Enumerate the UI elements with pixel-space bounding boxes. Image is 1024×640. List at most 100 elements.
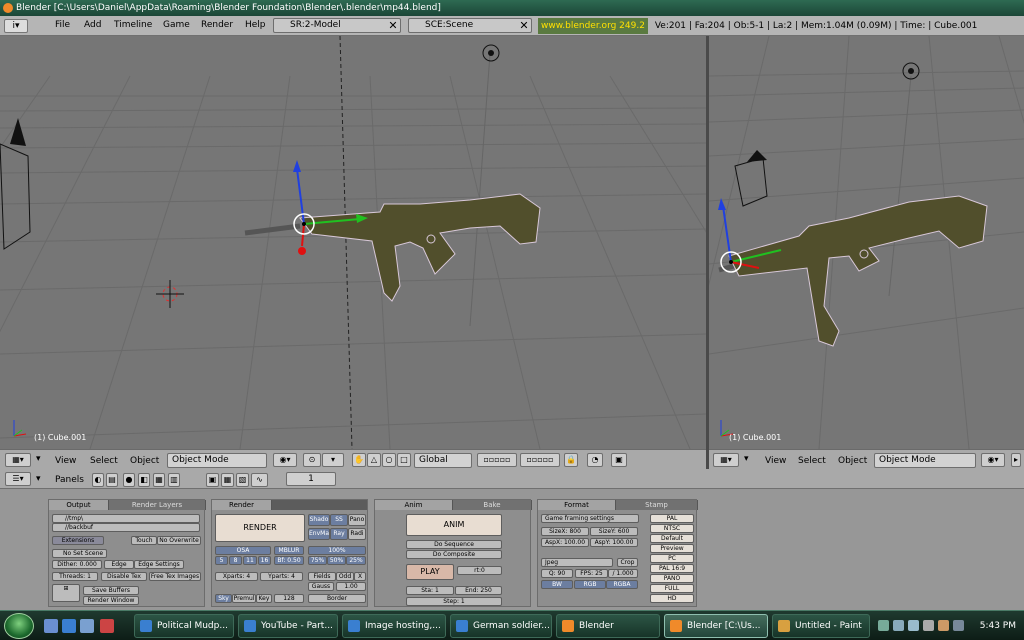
tray-expand-icon[interactable]: [878, 620, 889, 631]
layer-buttons-a[interactable]: ▫▫▫▫▫: [477, 453, 517, 467]
taskbar-item[interactable]: Untitled - Paint: [772, 614, 870, 638]
blur-factor-field[interactable]: Bf: 0.50: [274, 556, 304, 565]
editing-context-icon[interactable]: ▦: [153, 473, 165, 487]
menu-object-right[interactable]: Object: [838, 456, 867, 466]
rt-field[interactable]: rt:0: [457, 566, 502, 575]
radio-toggle[interactable]: Radi: [348, 528, 366, 540]
do-composite-toggle[interactable]: Do Composite: [406, 550, 502, 559]
tab-stamp[interactable]: Stamp: [616, 500, 698, 510]
render-buttons-icon[interactable]: ▣: [206, 473, 219, 487]
size-75-button[interactable]: 75%: [308, 556, 327, 565]
yparts-field[interactable]: Yparts: 4: [260, 572, 303, 581]
object-mode-dropdown-right[interactable]: Object Mode: [874, 453, 976, 468]
info-editor-type-icon[interactable]: i▾: [4, 19, 28, 33]
menu-view[interactable]: View: [55, 456, 76, 466]
viewport-right-canvas[interactable]: [709, 36, 1024, 449]
taskbar-item[interactable]: German soldier...: [450, 614, 552, 638]
ray-toggle[interactable]: Ray: [330, 528, 348, 540]
pivot-icon[interactable]: ⊙: [303, 453, 321, 467]
collapse-header-right-icon[interactable]: ▾: [744, 454, 749, 464]
screen-delete-icon[interactable]: ✕: [386, 19, 400, 32]
scene-selector[interactable]: SCE:Scene ✕: [408, 18, 532, 33]
tab-output[interactable]: Output: [49, 500, 109, 510]
scene-context-icon[interactable]: ▥: [168, 473, 180, 487]
key-toggle[interactable]: Key: [256, 594, 272, 603]
render-preview-icon[interactable]: ▣: [611, 453, 627, 467]
frame-counter[interactable]: 1: [286, 472, 336, 486]
free-tex-images-button[interactable]: Free Tex Images: [149, 572, 201, 581]
shadow-toggle[interactable]: Shado: [308, 514, 330, 526]
script-context-icon[interactable]: ▤: [106, 473, 118, 487]
tray-misc-icon[interactable]: [953, 620, 964, 631]
tab-format[interactable]: Format: [538, 500, 616, 510]
viewport-editor-type-icon[interactable]: ▦▾: [5, 453, 31, 467]
tab-render-layers[interactable]: Render Layers: [109, 500, 206, 510]
menu-game[interactable]: Game: [163, 20, 190, 30]
fields-toggle[interactable]: Fields: [308, 572, 336, 581]
rotate-icon[interactable]: ○: [382, 453, 396, 467]
anim-button[interactable]: ANIM: [406, 514, 502, 536]
show-desktop-icon[interactable]: [44, 619, 58, 633]
fps-base-field[interactable]: / 1.000: [608, 569, 638, 578]
panels-menu[interactable]: Panels: [55, 475, 84, 485]
render-display-grid-icon[interactable]: ⊞: [52, 584, 80, 602]
blender-url[interactable]: www.blender.org 249.2: [538, 18, 648, 34]
step-field[interactable]: Step: 1: [406, 597, 502, 606]
osa-11-button[interactable]: 11: [243, 556, 257, 565]
draw-type-dropdown[interactable]: ◉▾: [273, 453, 297, 467]
edge-button[interactable]: Edge: [104, 560, 134, 569]
menu-render[interactable]: Render: [201, 20, 233, 30]
backbuf-path-field[interactable]: //backbuf: [52, 523, 200, 532]
quicklaunch-extra-icon[interactable]: [100, 619, 114, 633]
touch-button[interactable]: Touch: [131, 536, 157, 545]
envmap-toggle[interactable]: EnvMa: [308, 528, 330, 540]
output-path-field[interactable]: //tmp\: [52, 514, 200, 523]
viewport-left-canvas[interactable]: [0, 36, 706, 449]
mblur-toggle[interactable]: MBLUR: [274, 546, 304, 555]
tray-security-icon[interactable]: [938, 620, 949, 631]
translate-icon[interactable]: △: [367, 453, 381, 467]
end-frame-field[interactable]: End: 250: [455, 586, 502, 595]
preset-pal-16-9[interactable]: PAL 16:9: [650, 564, 694, 573]
tab-render[interactable]: Render: [212, 500, 272, 510]
play-button[interactable]: PLAY: [406, 564, 454, 580]
extensions-button[interactable]: Extensions: [52, 536, 104, 545]
no-overwrite-button[interactable]: No Overwrite: [157, 536, 201, 545]
taskbar-item[interactable]: Image hosting,...: [342, 614, 446, 638]
size-100-button[interactable]: 100%: [308, 546, 366, 555]
world-buttons-icon[interactable]: ∿: [251, 473, 268, 487]
collapse-buttons-header-icon[interactable]: ▾: [36, 474, 41, 484]
preset-pal[interactable]: PAL: [650, 514, 694, 523]
size-50-button[interactable]: 50%: [327, 556, 346, 565]
file-format-dropdown[interactable]: Jpeg: [541, 558, 613, 567]
lock-layer-icon[interactable]: 🔒: [564, 453, 578, 467]
pivot-dropdown[interactable]: ▾: [322, 453, 344, 467]
bit-depth-dropdown[interactable]: 128: [274, 594, 304, 603]
menu-help[interactable]: Help: [245, 20, 266, 30]
shading-context-icon[interactable]: ●: [123, 473, 135, 487]
taskbar-item-active[interactable]: Blender [C:\Us...: [664, 614, 768, 638]
snap-icon[interactable]: ◔: [587, 453, 603, 467]
edge-settings-button[interactable]: Edge Settings: [134, 560, 184, 569]
border-toggle[interactable]: Border: [308, 594, 366, 603]
premul-toggle[interactable]: Premul: [232, 594, 256, 603]
disable-tex-button[interactable]: Disable Tex: [101, 572, 147, 581]
size-x-field[interactable]: SizeX: 800: [541, 527, 589, 536]
odd-toggle[interactable]: Odd: [336, 572, 354, 581]
logic-context-icon[interactable]: ◐: [92, 473, 104, 487]
scale-icon[interactable]: □: [397, 453, 411, 467]
start-frame-field[interactable]: Sta: 1: [406, 586, 454, 595]
sound-buttons-icon[interactable]: ▧: [236, 473, 249, 487]
rgba-toggle[interactable]: RGBA: [606, 580, 638, 589]
draw-type-dropdown-right[interactable]: ◉▾: [981, 453, 1005, 467]
preset-pano[interactable]: PANO: [650, 574, 694, 583]
filter-dropdown[interactable]: Gauss: [308, 582, 334, 591]
osa-toggle[interactable]: OSA: [215, 546, 271, 555]
clock[interactable]: 5:43 PM: [980, 611, 1016, 640]
menu-view-right[interactable]: View: [765, 456, 786, 466]
manipulator-toggle-icon[interactable]: ✋: [352, 453, 366, 467]
menu-select[interactable]: Select: [90, 456, 118, 466]
ss-toggle[interactable]: SS: [330, 514, 348, 526]
osa-8-button[interactable]: 8: [229, 556, 242, 565]
taskbar-item[interactable]: Political Mudp...: [134, 614, 234, 638]
